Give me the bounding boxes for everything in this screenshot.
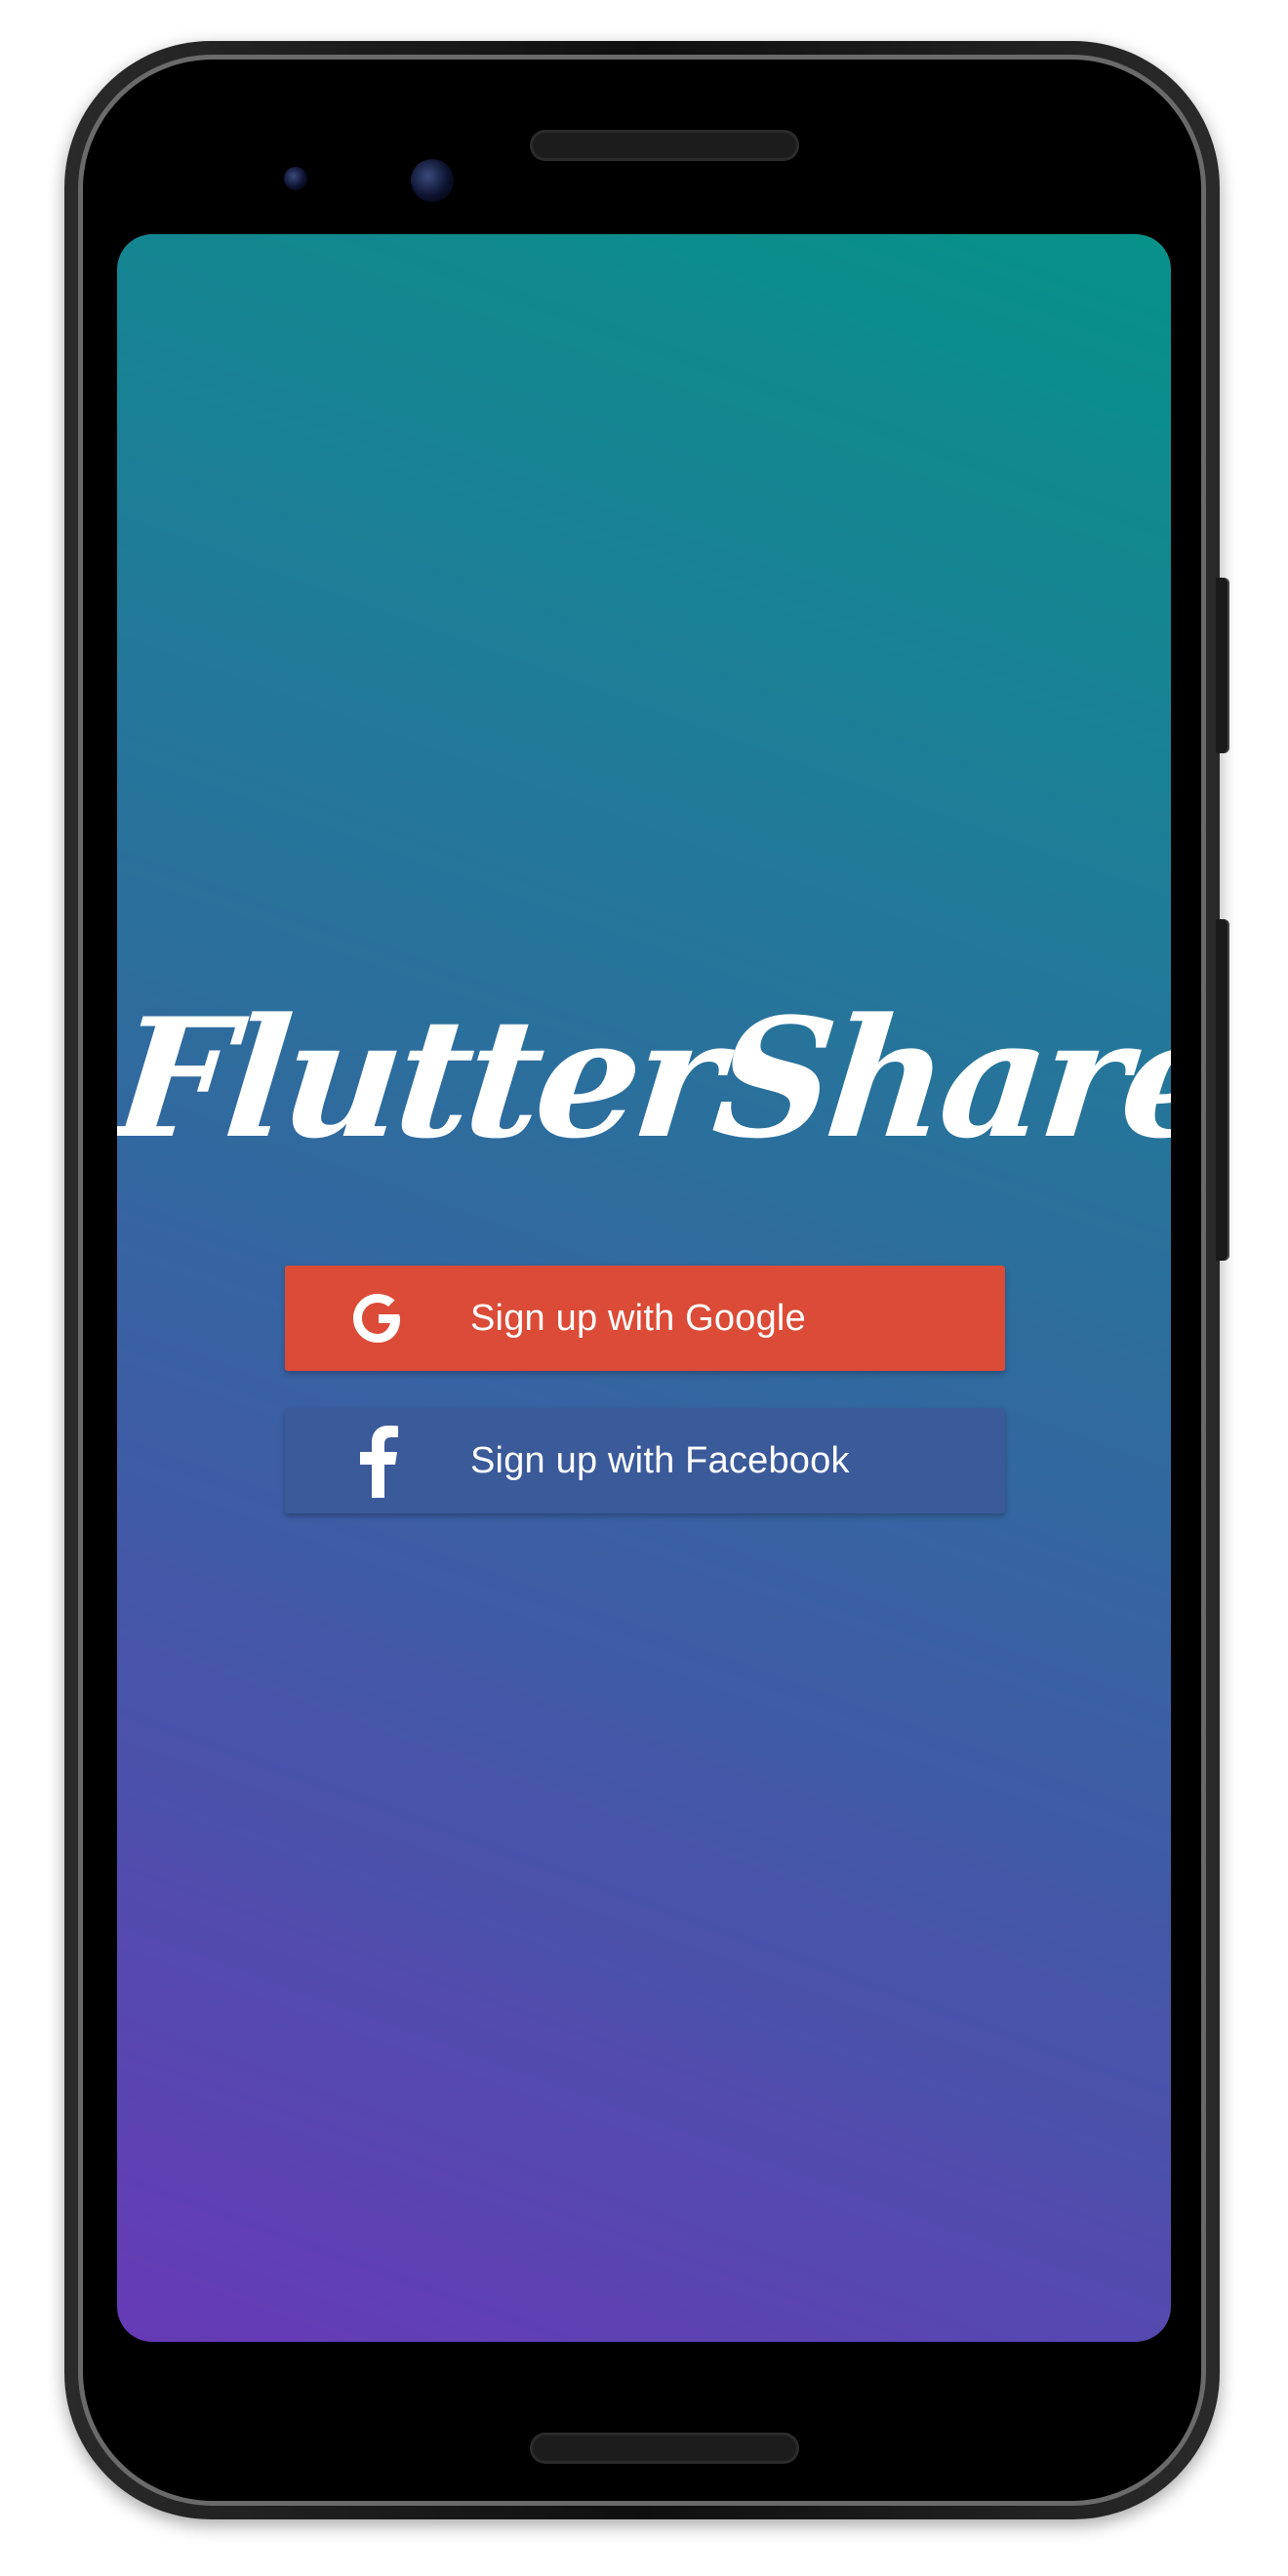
bottom-speaker — [530, 2433, 799, 2464]
facebook-f-icon — [285, 1408, 470, 1513]
front-sensor — [284, 167, 307, 190]
google-signup-label: Sign up with Google — [470, 1297, 806, 1339]
power-button — [1216, 578, 1229, 753]
top-speaker — [530, 130, 799, 161]
login-screen: FlutterShare Sign up with Google Sign up… — [117, 234, 1171, 2342]
facebook-signup-label: Sign up with Facebook — [470, 1439, 850, 1481]
google-signup-button[interactable]: Sign up with Google — [285, 1266, 1005, 1371]
facebook-signup-button[interactable]: Sign up with Facebook — [285, 1408, 1005, 1513]
front-camera — [411, 159, 454, 202]
volume-button — [1216, 919, 1229, 1261]
page: FlutterShare Sign up with Google Sign up… — [0, 0, 1288, 2576]
app-title: FlutterShare — [117, 982, 1171, 1175]
google-g-icon — [285, 1266, 470, 1371]
